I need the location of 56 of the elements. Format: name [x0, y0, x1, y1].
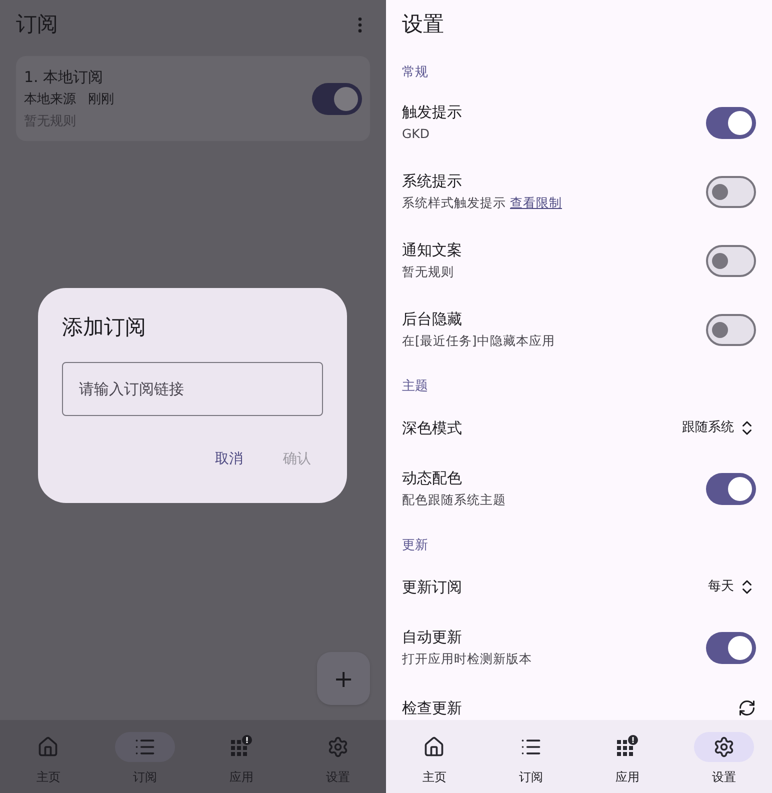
dialog-title: 添加订阅 — [62, 314, 147, 341]
home-icon — [423, 736, 446, 758]
setting-description: 打开应用时检测新版本 — [402, 650, 533, 668]
settings-row[interactable]: 更新订阅 每天 — [386, 561, 772, 613]
settings-row[interactable]: 自动更新 打开应用时检测新版本 — [386, 613, 772, 682]
settings-icon — [326, 736, 349, 758]
apps-grid-icon — [229, 735, 254, 759]
settings-icon — [712, 736, 735, 758]
setting-title: 动态配色 — [402, 468, 463, 489]
subscription-title: 1. 本地订阅 — [24, 66, 104, 88]
setting-title: 通知文案 — [402, 240, 463, 261]
toggle-switch[interactable] — [706, 244, 756, 276]
setting-description: GKD — [402, 125, 431, 144]
setting-description: 系统样式触发提示 查看限制 — [402, 194, 563, 212]
setting-title: 自动更新 — [402, 626, 463, 648]
settings-row[interactable]: 通知文案 暂无规则 — [386, 226, 772, 295]
toggle-switch[interactable] — [706, 176, 756, 208]
setting-value: 跟随系统 — [682, 419, 734, 438]
section-header: 更新 — [402, 536, 428, 554]
apps-grid-icon — [615, 735, 640, 759]
source-label: 本地来源 — [24, 91, 76, 110]
setting-description: 配色跟随系统主题 — [402, 491, 507, 510]
toggle-switch[interactable] — [706, 314, 756, 346]
settings-row[interactable]: 系统提示 系统样式触发提示 查看限制 — [386, 157, 772, 226]
nav-item[interactable]: 订阅 — [482, 720, 579, 793]
settings-row[interactable]: 检查更新 — [386, 682, 772, 720]
settings-row[interactable]: 后台隐藏 在[最近任务]中隐藏本应用 — [386, 295, 772, 364]
toggle-switch[interactable] — [706, 106, 756, 138]
setting-title: 后台隐藏 — [402, 308, 463, 330]
refresh-icon — [738, 699, 756, 717]
setting-value: 每天 — [708, 578, 734, 596]
setting-title: 更新订阅 — [402, 576, 463, 598]
home-icon — [37, 736, 60, 758]
settings-row[interactable]: 触发提示 GKD — [386, 88, 772, 157]
setting-title: 检查更新 — [402, 698, 463, 719]
dialog-button[interactable]: 取消 — [203, 444, 255, 476]
section-header: 常规 — [402, 64, 428, 82]
toggle-switch[interactable] — [706, 632, 756, 664]
nav-item[interactable]: 设置 — [676, 720, 772, 793]
section-header: 主题 — [402, 378, 428, 396]
view-limits-link[interactable]: 查看限制 — [510, 195, 562, 210]
setting-description: 暂无规则 — [402, 263, 455, 282]
screen-title: 订阅 — [16, 11, 58, 38]
setting-description: 在[最近任务]中隐藏本应用 — [402, 332, 556, 350]
toggle-switch[interactable] — [312, 82, 362, 114]
nav-item[interactable]: 应用 — [579, 720, 676, 793]
setting-title: 系统提示 — [402, 170, 463, 192]
toggle-switch[interactable] — [706, 472, 756, 504]
subscription-link-field[interactable]: 请输入订阅链接 — [62, 362, 323, 416]
screen-title: 设置 — [402, 11, 444, 38]
settings-row[interactable]: 深色模式 跟随系统 — [386, 402, 772, 454]
update-time: 刚刚 — [88, 91, 114, 110]
settings-row[interactable]: 动态配色 配色跟随系统主题 — [386, 454, 772, 523]
setting-title: 触发提示 — [402, 102, 463, 123]
nav-item[interactable]: 主页 — [386, 720, 482, 793]
setting-title: 深色模式 — [402, 418, 463, 439]
